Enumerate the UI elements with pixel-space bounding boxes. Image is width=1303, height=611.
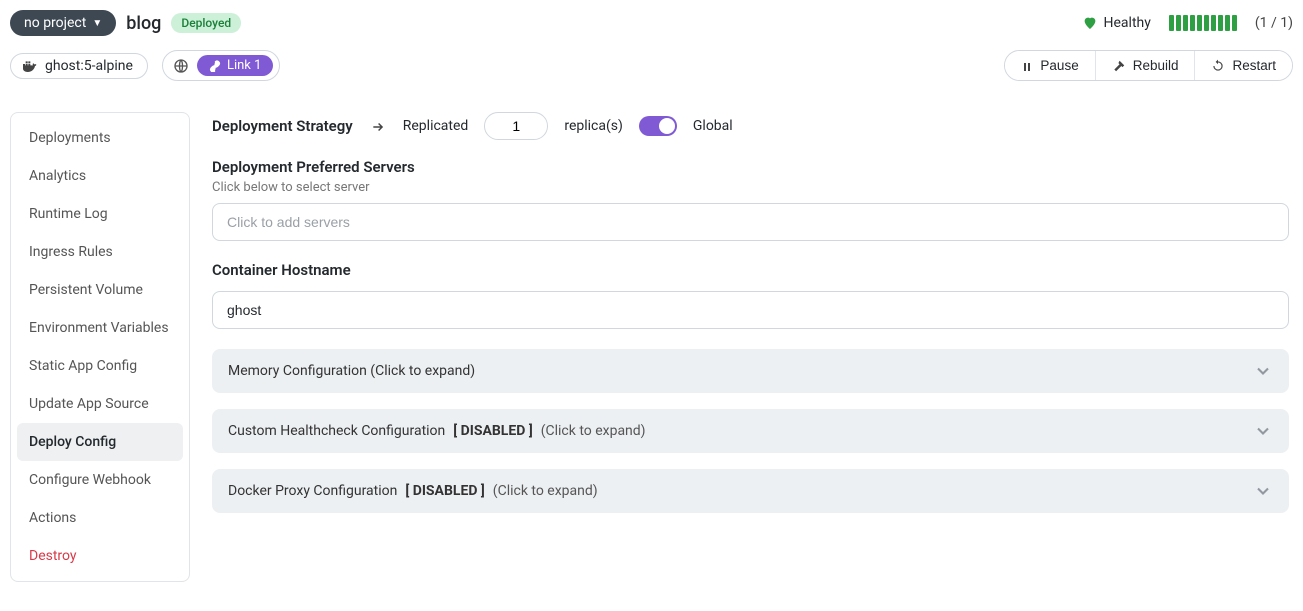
sidebar-item-environment-variables[interactable]: Environment Variables	[17, 309, 183, 347]
sidebar-item-persistent-volume[interactable]: Persistent Volume	[17, 271, 183, 309]
sidebar-item-deploy-config[interactable]: Deploy Config	[17, 423, 183, 461]
project-selector[interactable]: no project ▼	[10, 10, 116, 36]
hostname-title: Container Hostname	[212, 261, 1289, 279]
hostname-input[interactable]	[212, 291, 1289, 329]
image-tag-chip[interactable]: ghost:5-alpine	[10, 53, 148, 79]
expand-hint: (Click to expand)	[493, 483, 598, 499]
chevron-down-icon	[1253, 481, 1273, 501]
link-chip[interactable]: Link 1	[162, 50, 280, 81]
replicas-suffix: replica(s)	[564, 118, 623, 134]
project-selector-label: no project	[24, 15, 86, 31]
chevron-down-icon: ▼	[92, 18, 102, 29]
globe-icon	[173, 58, 189, 74]
accordion-title: Docker Proxy Configuration	[228, 483, 397, 499]
global-label: Global	[693, 118, 733, 134]
accordion-docker-proxy-configuration[interactable]: Docker Proxy Configuration [ DISABLED ] …	[212, 469, 1289, 513]
chevron-down-icon	[1253, 361, 1273, 381]
restart-label: Restart	[1232, 58, 1276, 73]
disabled-tag: [ DISABLED ]	[453, 423, 532, 439]
pause-icon	[1021, 58, 1033, 73]
heart-icon	[1082, 15, 1098, 31]
toggle-knob	[659, 118, 675, 134]
accordion-custom-healthcheck-configuration[interactable]: Custom Healthcheck Configuration [ DISAB…	[212, 409, 1289, 453]
main-content: Deployment Strategy Replicated replica(s…	[212, 112, 1293, 582]
sidebar-item-destroy[interactable]: Destroy	[17, 537, 183, 575]
docker-icon	[21, 58, 37, 74]
status-badge: Deployed	[171, 13, 241, 33]
sidebar-item-runtime-log[interactable]: Runtime Log	[17, 195, 183, 233]
restart-button[interactable]: Restart	[1194, 51, 1292, 80]
sidebar-item-analytics[interactable]: Analytics	[17, 157, 183, 195]
accordion-title: Custom Healthcheck Configuration	[228, 423, 445, 439]
pause-button[interactable]: Pause	[1005, 51, 1094, 80]
link-chip-label: Link 1	[227, 58, 261, 73]
strategy-label: Deployment Strategy	[212, 117, 353, 135]
rebuild-button[interactable]: Rebuild	[1095, 51, 1195, 80]
hammer-icon	[1112, 58, 1126, 73]
action-button-group: Pause Rebuild Restart	[1004, 50, 1293, 81]
pause-label: Pause	[1040, 58, 1078, 73]
accordion-memory-configuration[interactable]: Memory Configuration (Click to expand)	[212, 349, 1289, 393]
sidebar-item-actions[interactable]: Actions	[17, 499, 183, 537]
expand-hint: (Click to expand)	[541, 423, 646, 439]
replicated-label: Replicated	[403, 118, 469, 134]
image-tag-label: ghost:5-alpine	[45, 58, 133, 74]
sidebar-item-ingress-rules[interactable]: Ingress Rules	[17, 233, 183, 271]
disabled-tag: [ DISABLED ]	[405, 483, 484, 499]
servers-input[interactable]	[212, 203, 1289, 241]
preferred-servers-subtitle: Click below to select server	[212, 180, 1289, 195]
health-label: Healthy	[1104, 15, 1151, 31]
sidebar-item-static-app-config[interactable]: Static App Config	[17, 347, 183, 385]
health-indicator: Healthy	[1082, 15, 1151, 31]
arrow-right-icon	[369, 118, 387, 134]
page-title: blog	[126, 13, 161, 34]
health-bars	[1169, 15, 1237, 31]
restart-icon	[1211, 58, 1225, 73]
sidebar-item-deployments[interactable]: Deployments	[17, 119, 183, 157]
preferred-servers-title: Deployment Preferred Servers	[212, 158, 1289, 176]
link-icon	[209, 60, 221, 72]
replicas-input[interactable]	[484, 112, 548, 140]
link-chip-inner: Link 1	[197, 55, 273, 76]
sidebar-item-update-app-source[interactable]: Update App Source	[17, 385, 183, 423]
global-toggle[interactable]	[639, 116, 677, 136]
sidebar: DeploymentsAnalyticsRuntime LogIngress R…	[10, 112, 190, 582]
rebuild-label: Rebuild	[1133, 58, 1179, 73]
chevron-down-icon	[1253, 421, 1273, 441]
accordion-title: Memory Configuration (Click to expand)	[228, 363, 475, 379]
sidebar-item-configure-webhook[interactable]: Configure Webhook	[17, 461, 183, 499]
replica-count: (1 / 1)	[1255, 15, 1293, 31]
